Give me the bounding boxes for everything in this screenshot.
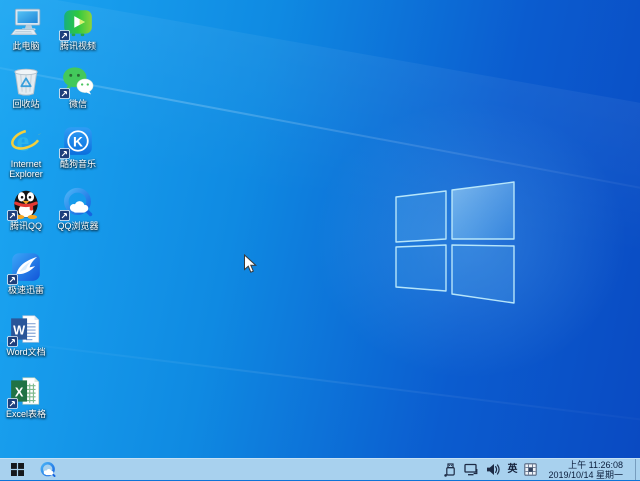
shortcut-arrow-icon [59, 148, 70, 159]
taskbar: 英 上午 11:26:08 2019/10/14 星期一 [0, 458, 640, 480]
desktop-icon-label: Word文档 [6, 347, 46, 357]
desktop-icon-label: Excel表格 [5, 409, 46, 419]
this-pc-icon [9, 6, 43, 40]
desktop-icon-wechat[interactable]: 微信 [52, 64, 104, 109]
desktop-icon-kugou-music[interactable]: K 酷狗音乐 [52, 124, 104, 169]
clock-time: 上午 11:26:08 [568, 459, 623, 470]
desktop-icon-label: 极速迅雷 [7, 285, 44, 295]
shortcut-arrow-icon [7, 210, 18, 221]
qq-browser-icon [40, 461, 56, 477]
start-button[interactable] [0, 459, 34, 480]
light-ray [0, 330, 640, 439]
desktop-surface[interactable]: 此电脑 腾讯视频 回收站 微信 e Internet Explorer K 酷狗… [0, 0, 640, 458]
desktop-icon-label: 腾讯视频 [59, 41, 96, 51]
desktop-icon-thunder[interactable]: 极速迅雷 [0, 250, 52, 295]
desktop-icon-label: 酷狗音乐 [59, 159, 96, 169]
usb-device-icon[interactable] [444, 459, 457, 480]
kugou-music-icon: K [59, 124, 95, 159]
desktop-icon-this-pc[interactable]: 此电脑 [0, 6, 52, 51]
desktop-icon-label: 此电脑 [12, 41, 40, 51]
clock-date: 2019/10/14 星期一 [548, 469, 623, 480]
internet-explorer-icon: e [9, 124, 43, 158]
network-icon[interactable] [464, 459, 479, 480]
taskbar-qq-browser-button[interactable] [34, 459, 62, 480]
desktop-icon-recycle-bin[interactable]: 回收站 [0, 64, 52, 109]
desktop-icon-internet-explorer[interactable]: e Internet Explorer [0, 124, 52, 179]
ime-pad-icon[interactable] [524, 459, 538, 480]
word-icon: W [7, 312, 43, 347]
tencent-qq-icon [7, 186, 43, 221]
volume-icon[interactable] [486, 459, 501, 480]
desktop-icon-label: QQ浏览器 [57, 221, 99, 231]
desktop-icon-tencent-video[interactable]: 腾讯视频 [52, 6, 104, 51]
show-desktop-button[interactable] [635, 459, 640, 480]
svg-text:e: e [16, 126, 29, 158]
shortcut-arrow-icon [7, 398, 18, 409]
desktop-icon-label: 腾讯QQ [9, 221, 42, 231]
windows-start-icon [10, 463, 24, 476]
desktop-icon-word[interactable]: W Word文档 [0, 312, 52, 357]
excel-icon: X [7, 374, 43, 409]
shortcut-arrow-icon [7, 336, 18, 347]
desktop-icon-tencent-qq[interactable]: 腾讯QQ [0, 186, 52, 231]
wechat-icon [59, 64, 95, 99]
svg-text:K: K [73, 133, 83, 149]
recycle-bin-icon [9, 64, 43, 98]
desktop-icon-label: 回收站 [12, 99, 40, 109]
shortcut-arrow-icon [59, 88, 70, 99]
desktop-icon-qq-browser[interactable]: QQ浏览器 [52, 186, 104, 231]
shortcut-arrow-icon [59, 30, 70, 41]
qq-browser-icon [59, 186, 95, 221]
tencent-video-icon [59, 6, 95, 41]
desktop-icon-label: 微信 [68, 99, 87, 109]
thunder-bird-icon [7, 250, 43, 285]
shortcut-arrow-icon [7, 274, 18, 285]
shortcut-arrow-icon [59, 210, 70, 221]
windows-logo [395, 181, 515, 304]
desktop-icon-label: Internet Explorer [9, 159, 43, 179]
desktop-icon-excel[interactable]: X Excel表格 [0, 374, 52, 419]
ime-language-indicator[interactable]: 英 [507, 459, 517, 481]
taskbar-clock[interactable]: 上午 11:26:08 2019/10/14 星期一 [544, 460, 628, 480]
